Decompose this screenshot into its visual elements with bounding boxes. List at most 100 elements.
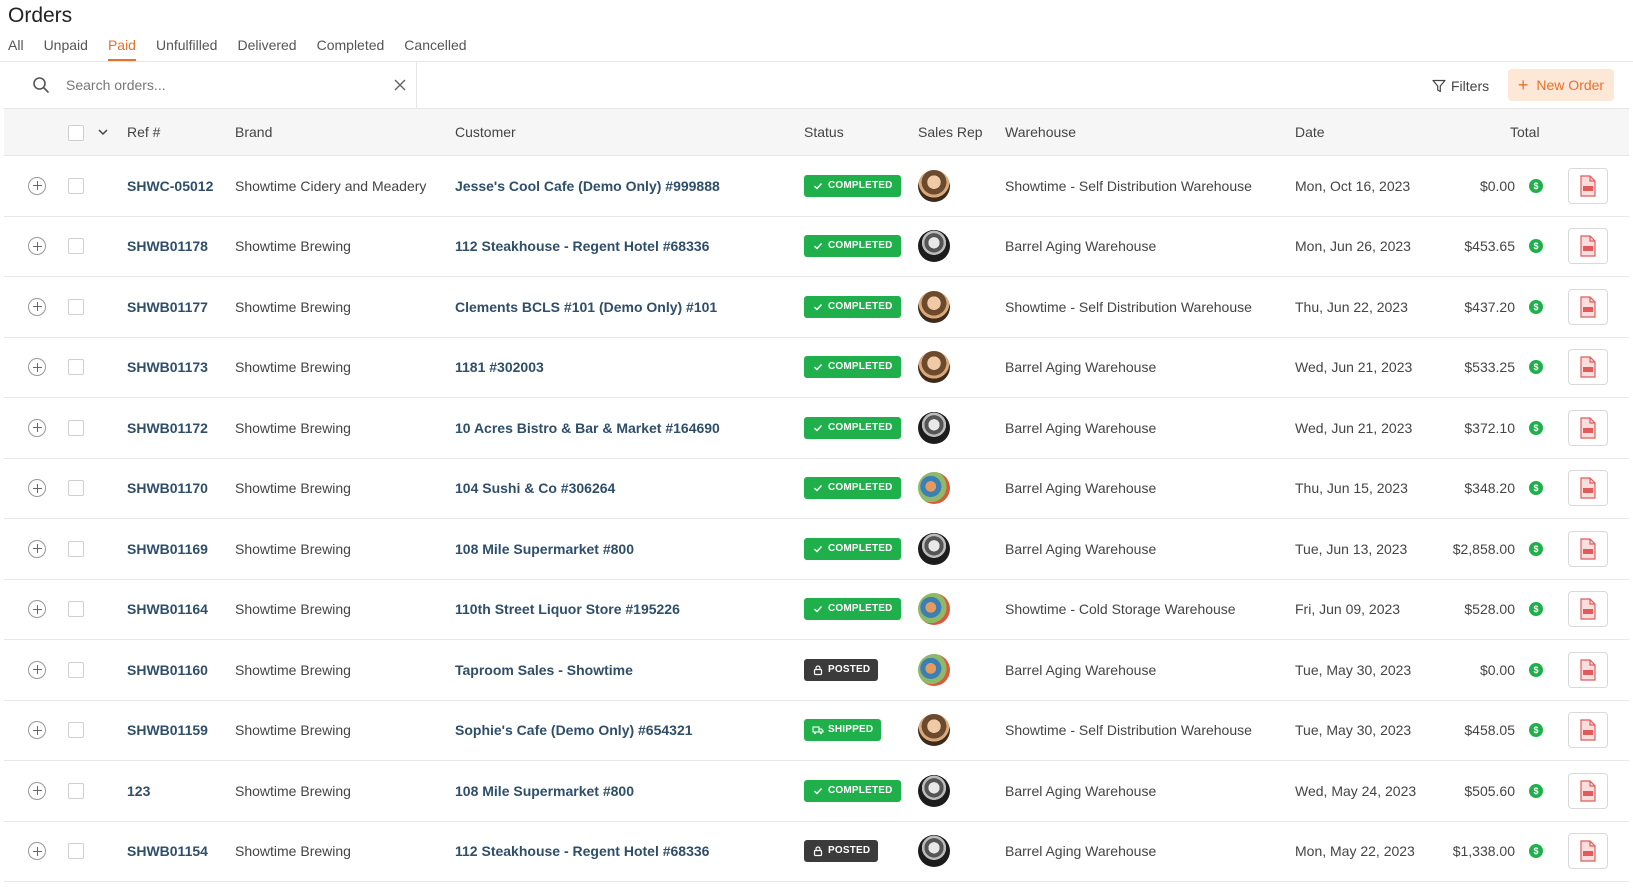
row-checkbox[interactable]: [68, 782, 84, 799]
sales-rep-avatar[interactable]: [918, 290, 950, 323]
header-customer[interactable]: Customer: [455, 124, 516, 140]
header-brand[interactable]: Brand: [235, 124, 272, 140]
chevron-down-icon[interactable]: [96, 125, 110, 139]
order-ref-link[interactable]: SHWC-05012: [127, 178, 213, 194]
search-input[interactable]: [66, 74, 366, 96]
expand-row-button[interactable]: [28, 237, 46, 256]
sales-rep-avatar[interactable]: [918, 835, 950, 868]
sales-rep-avatar[interactable]: [918, 593, 950, 626]
pdf-download-button[interactable]: [1568, 833, 1608, 870]
tab-all[interactable]: All: [8, 36, 24, 60]
table-row[interactable]: SHWB01170 Showtime Brewing 104 Sushi & Co …: [4, 459, 1629, 519]
table-row[interactable]: 123 Showtime Brewing 108 Mile Supermarket …: [4, 761, 1629, 822]
row-checkbox[interactable]: [68, 540, 84, 557]
pdf-download-button[interactable]: [1568, 772, 1608, 809]
order-ref-link[interactable]: SHWB01172: [127, 420, 208, 436]
pdf-download-button[interactable]: [1568, 712, 1608, 749]
expand-row-button[interactable]: [28, 418, 46, 437]
table-row[interactable]: SHWB01160 Showtime Brewing Taproom Sales -…: [4, 640, 1629, 701]
tab-delivered[interactable]: Delivered: [237, 36, 296, 60]
sales-rep-avatar[interactable]: [918, 411, 950, 444]
expand-row-button[interactable]: [28, 358, 46, 377]
table-row[interactable]: SHWB01169 Showtime Brewing 108 Mile Superm…: [4, 519, 1629, 580]
expand-row-button[interactable]: [28, 721, 46, 740]
tab-unpaid[interactable]: Unpaid: [44, 36, 88, 60]
pdf-download-button[interactable]: [1568, 651, 1608, 688]
row-checkbox[interactable]: [68, 480, 84, 497]
sales-rep-avatar[interactable]: [918, 169, 950, 202]
pdf-download-button[interactable]: [1568, 349, 1608, 386]
row-checkbox[interactable]: [68, 298, 84, 315]
customer-link[interactable]: 10 Acres Bistro & Bar & Market #164690: [455, 420, 720, 436]
pdf-download-button[interactable]: [1568, 228, 1608, 265]
table-row[interactable]: SHWB01177 Showtime Brewing Clements BCLS #…: [4, 277, 1629, 338]
expand-row-button[interactable]: [28, 781, 46, 800]
row-checkbox[interactable]: [68, 843, 84, 860]
header-total[interactable]: Total: [1510, 124, 1540, 140]
customer-link[interactable]: 108 Mile Supermarket #800: [455, 783, 634, 799]
expand-row-button[interactable]: [28, 176, 46, 195]
sales-rep-avatar[interactable]: [918, 230, 950, 263]
row-checkbox[interactable]: [68, 359, 84, 376]
table-row[interactable]: SHWB01164 Showtime Brewing 110th Street Li…: [4, 580, 1629, 640]
customer-link[interactable]: 112 Steakhouse - Regent Hotel #68336: [455, 238, 709, 254]
order-ref-link[interactable]: SHWB01154: [127, 843, 208, 859]
customer-link[interactable]: Sophie's Cafe (Demo Only) #654321: [455, 722, 693, 738]
pdf-download-button[interactable]: [1568, 470, 1608, 507]
row-checkbox[interactable]: [68, 722, 84, 739]
sales-rep-avatar[interactable]: [918, 653, 950, 686]
tab-paid[interactable]: Paid: [107, 36, 136, 61]
select-all-checkbox[interactable]: [68, 125, 84, 141]
expand-row-button[interactable]: [28, 479, 46, 498]
row-checkbox[interactable]: [68, 419, 84, 436]
expand-row-button[interactable]: [28, 297, 46, 316]
close-icon[interactable]: [392, 77, 408, 93]
order-ref-link[interactable]: SHWB01178: [127, 238, 208, 254]
tab-cancelled[interactable]: Cancelled: [404, 36, 466, 60]
customer-link[interactable]: 110th Street Liquor Store #195226: [455, 601, 680, 617]
pdf-download-button[interactable]: [1568, 409, 1608, 446]
expand-row-button[interactable]: [28, 660, 46, 679]
pdf-download-button[interactable]: [1568, 288, 1608, 325]
header-sales-rep[interactable]: Sales Rep: [918, 124, 983, 140]
expand-row-button[interactable]: [28, 842, 46, 861]
sales-rep-avatar[interactable]: [918, 774, 950, 807]
header-ref[interactable]: Ref #: [127, 124, 160, 140]
table-row[interactable]: SHWB01178 Showtime Brewing 112 Steakhouse …: [4, 217, 1629, 277]
order-ref-link[interactable]: SHWB01164: [127, 601, 208, 617]
header-warehouse[interactable]: Warehouse: [1005, 124, 1076, 140]
order-ref-link[interactable]: SHWB01159: [127, 722, 208, 738]
table-row[interactable]: SHWB01173 Showtime Brewing 1181 #302003 COM…: [4, 338, 1629, 398]
table-row[interactable]: SHWB01172 Showtime Brewing 10 Acres Bistro…: [4, 398, 1629, 459]
pdf-download-button[interactable]: [1568, 530, 1608, 567]
order-ref-link[interactable]: SHWB01173: [127, 359, 208, 375]
row-checkbox[interactable]: [68, 661, 84, 678]
table-row[interactable]: SHWB01159 Showtime Brewing Sophie's Cafe (…: [4, 701, 1629, 761]
customer-link[interactable]: Jesse's Cool Cafe (Demo Only) #999888: [455, 178, 720, 194]
header-status[interactable]: Status: [804, 124, 844, 140]
sales-rep-avatar[interactable]: [918, 714, 950, 747]
row-checkbox[interactable]: [68, 177, 84, 194]
customer-link[interactable]: 108 Mile Supermarket #800: [455, 541, 634, 557]
customer-link[interactable]: Clements BCLS #101 (Demo Only) #101: [455, 299, 717, 315]
filters-button[interactable]: Filters: [1432, 72, 1489, 100]
row-checkbox[interactable]: [68, 601, 84, 618]
customer-link[interactable]: 112 Steakhouse - Regent Hotel #68336: [455, 843, 709, 859]
customer-link[interactable]: 1181 #302003: [455, 359, 544, 375]
order-ref-link[interactable]: SHWB01160: [127, 662, 208, 678]
order-ref-link[interactable]: SHWB01169: [127, 541, 208, 557]
expand-row-button[interactable]: [28, 539, 46, 558]
pdf-download-button[interactable]: [1568, 167, 1608, 204]
customer-link[interactable]: 104 Sushi & Co #306264: [455, 480, 615, 496]
tab-unfulfilled[interactable]: Unfulfilled: [156, 36, 217, 60]
expand-row-button[interactable]: [28, 600, 46, 619]
sales-rep-avatar[interactable]: [918, 472, 950, 505]
row-checkbox[interactable]: [68, 238, 84, 255]
order-ref-link[interactable]: 123: [127, 783, 150, 799]
table-row[interactable]: SHWB01154 Showtime Brewing 112 Steakhouse …: [4, 822, 1629, 882]
pdf-download-button[interactable]: [1568, 591, 1608, 628]
new-order-button[interactable]: + New Order: [1508, 69, 1614, 101]
tab-completed[interactable]: Completed: [317, 36, 385, 60]
customer-link[interactable]: Taproom Sales - Showtime: [455, 662, 633, 678]
sales-rep-avatar[interactable]: [918, 351, 950, 384]
